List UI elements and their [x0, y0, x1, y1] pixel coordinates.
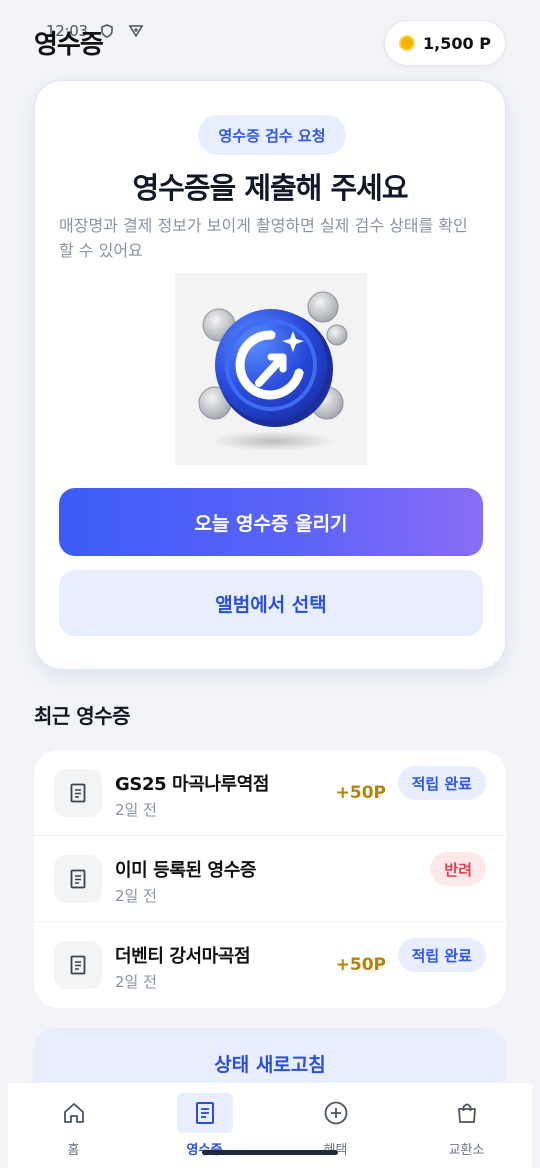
recent-receipts-list: GS25 마곡나루역점 2일 전 +50P 적립 완료 이미 등록된 영수증 2… — [34, 750, 506, 1008]
recent-receipts-title: 최근 영수증 — [34, 704, 130, 728]
list-item[interactable]: 더벤티 강서마곡점 2일 전 +50P 적립 완료 — [34, 922, 506, 1008]
receipt-store-name: GS25 마곡나루역점 — [115, 774, 270, 795]
card-heading: 영수증을 제출해 주세요 — [132, 171, 409, 205]
card-description: 매장명과 결제 정보가 보이게 촬영하면 실제 검수 상태를 확인할 수 있어요 — [59, 216, 468, 260]
receipt-icon — [54, 941, 102, 989]
receipt-time: 2일 전 — [115, 973, 157, 991]
plus-circle-icon — [324, 1101, 347, 1125]
receipt-upload-card: 영수증 검수 요청 영수증을 제출해 주세요 매장명과 결제 정보가 보이게 촬… — [34, 80, 506, 670]
nav-label: 교환소 — [448, 1143, 485, 1158]
bottom-nav: 홈 영수증 혜택 교환소 — [8, 1082, 532, 1168]
nav-item-home[interactable]: 홈 — [8, 1083, 139, 1168]
coin-icon — [399, 35, 416, 51]
home-icon — [63, 1103, 84, 1123]
review-request-badge: 영수증 검수 요청 — [198, 115, 346, 155]
status-icons-left — [100, 24, 144, 38]
nav-label: 영수증 — [187, 1139, 223, 1158]
shopping-bag-icon — [457, 1103, 476, 1123]
points-balance[interactable]: 1,500 P — [384, 20, 506, 66]
nav-item-exchange[interactable]: 교환소 — [401, 1083, 532, 1168]
receipt-points: +50P — [335, 955, 386, 975]
list-item[interactable]: 이미 등록된 영수증 2일 전 반려 — [34, 836, 506, 922]
receipt-icon — [54, 855, 102, 903]
receipt-icon — [195, 1102, 214, 1124]
status-badge: 반려 — [430, 852, 486, 886]
nav-item-receipt[interactable]: 영수증 — [139, 1083, 270, 1168]
choose-from-album-button[interactable]: 앨범에서 선택 — [59, 570, 483, 636]
nav-label: 혜택 — [324, 1139, 348, 1158]
page-title: 영수증 — [34, 30, 104, 60]
nav-label: 홈 — [67, 1143, 80, 1158]
receipt-store-name: 이미 등록된 영수증 — [115, 860, 257, 881]
list-item[interactable]: GS25 마곡나루역점 2일 전 +50P 적립 완료 — [34, 750, 506, 836]
home-indicator[interactable] — [202, 1150, 338, 1155]
receipt-points: +50P — [335, 783, 386, 803]
coin-illustration — [175, 273, 367, 465]
coin-illustration-graphic — [198, 291, 348, 451]
status-badge: 적립 완료 — [397, 766, 486, 800]
receipt-store-name: 더벤티 강서마곡점 — [115, 946, 251, 967]
points-value: 1,500 P — [423, 33, 491, 53]
nav-item-benefits[interactable]: 혜택 — [270, 1083, 401, 1168]
status-badge: 적립 완료 — [397, 938, 486, 972]
receipt-icon — [54, 769, 102, 817]
upload-today-button[interactable]: 오늘 영수증 올리기 — [59, 488, 483, 556]
vpn-icon — [128, 25, 144, 38]
receipt-time: 2일 전 — [115, 887, 157, 905]
receipt-time: 2일 전 — [115, 801, 157, 819]
